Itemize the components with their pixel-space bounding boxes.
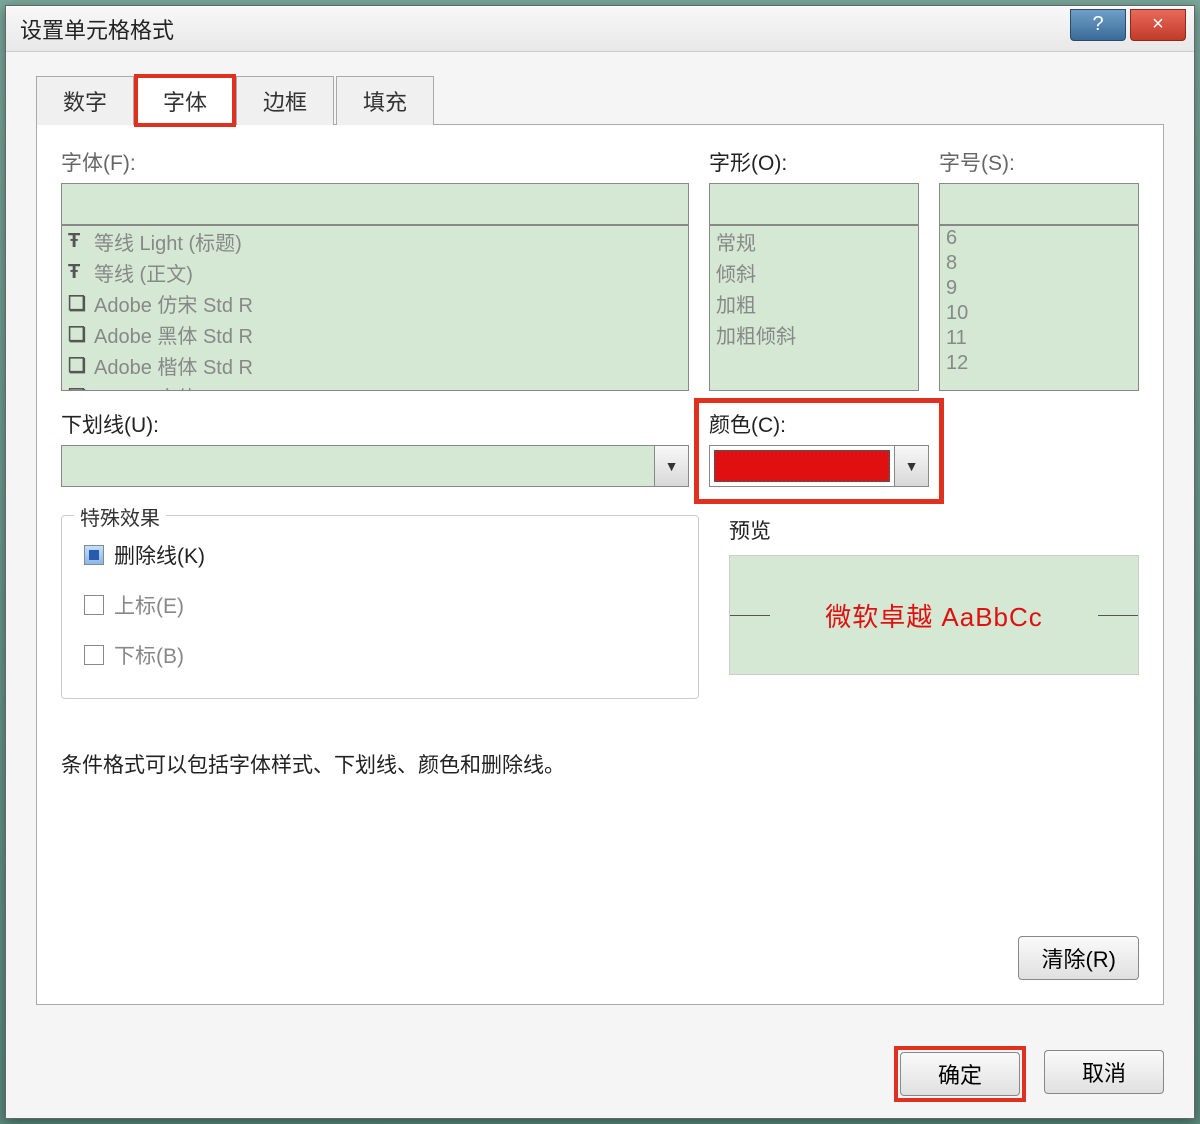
subscript-label: 下标(B) xyxy=(114,640,184,670)
cancel-button[interactable]: 取消 xyxy=(1044,1050,1164,1094)
preview-box: 微软卓越 AaBbCc xyxy=(729,555,1139,675)
underline-combo[interactable]: ▼ xyxy=(61,445,689,487)
underline-label: 下划线(U): xyxy=(61,409,689,439)
clear-button[interactable]: 清除(R) xyxy=(1018,936,1139,980)
underline-value xyxy=(62,446,654,486)
font-type-icon: ❏ xyxy=(68,384,88,391)
font-list-item[interactable]: ❏Adobe 仿宋 Std R xyxy=(62,288,688,319)
color-section-highlight: 颜色(C): ▼ xyxy=(699,403,939,499)
subscript-row[interactable]: 下标(B) xyxy=(80,630,680,680)
style-list-item[interactable]: 加粗 xyxy=(710,288,918,319)
size-list-item[interactable]: 9 xyxy=(940,276,1138,301)
font-listbox[interactable]: Ŧ等线 Light (标题)Ŧ等线 (正文)❏Adobe 仿宋 Std R❏Ad… xyxy=(61,225,689,391)
font-list-item[interactable]: ❏Adobe 宋体 Std L xyxy=(62,381,688,391)
size-listbox[interactable]: 689101112 xyxy=(939,225,1139,391)
size-label: 字号(S): xyxy=(939,147,1139,177)
size-list-item[interactable]: 8 xyxy=(940,251,1138,276)
window-title: 设置单元格格式 xyxy=(20,13,174,45)
close-button[interactable]: × xyxy=(1130,9,1186,41)
effects-group-title: 特殊效果 xyxy=(74,502,166,531)
font-label: 字体(F): xyxy=(61,147,689,177)
dialog-content: 数字 字体 边框 填充 字体(F): Ŧ等线 Light (标题)Ŧ等线 (正文… xyxy=(6,52,1194,1025)
style-list-item[interactable]: 倾斜 xyxy=(710,257,918,288)
color-label: 颜色(C): xyxy=(709,409,929,439)
help-button[interactable]: ? xyxy=(1070,9,1126,41)
close-icon: × xyxy=(1152,13,1164,36)
style-listbox[interactable]: 常规倾斜加粗加粗倾斜 xyxy=(709,225,919,391)
size-list-item[interactable]: 12 xyxy=(940,351,1138,376)
font-list-item[interactable]: Ŧ等线 (正文) xyxy=(62,257,688,288)
size-list-item[interactable]: 11 xyxy=(940,326,1138,351)
font-type-icon: ❏ xyxy=(68,322,88,347)
superscript-label: 上标(E) xyxy=(114,590,184,620)
style-list-item[interactable]: 加粗倾斜 xyxy=(710,319,918,350)
superscript-checkbox[interactable] xyxy=(84,595,104,615)
font-type-icon: Ŧ xyxy=(68,261,88,284)
chevron-down-icon[interactable]: ▼ xyxy=(654,446,688,486)
strikethrough-label: 删除线(K) xyxy=(114,540,205,570)
ok-button-highlight: 确定 xyxy=(898,1050,1022,1098)
tab-number[interactable]: 数字 xyxy=(36,76,134,125)
preview-text: 微软卓越 AaBbCc xyxy=(825,597,1043,634)
superscript-row[interactable]: 上标(E) xyxy=(80,580,680,630)
font-input[interactable] xyxy=(61,183,689,225)
font-type-icon: ❏ xyxy=(68,291,88,316)
font-type-icon: Ŧ xyxy=(68,230,88,253)
style-input[interactable] xyxy=(709,183,919,225)
size-list-item[interactable]: 6 xyxy=(940,226,1138,251)
size-list-item[interactable]: 10 xyxy=(940,301,1138,326)
strikethrough-checkbox[interactable] xyxy=(84,545,104,565)
dialog-footer: 确定 取消 xyxy=(898,1050,1164,1098)
tab-font[interactable]: 字体 xyxy=(136,76,234,125)
color-swatch xyxy=(714,450,890,482)
tab-fill[interactable]: 填充 xyxy=(336,76,434,125)
strikethrough-row[interactable]: 删除线(K) xyxy=(80,530,680,580)
subscript-checkbox[interactable] xyxy=(84,645,104,665)
ok-button[interactable]: 确定 xyxy=(900,1052,1020,1096)
size-input[interactable] xyxy=(939,183,1139,225)
help-icon: ? xyxy=(1092,13,1103,36)
titlebar[interactable]: 设置单元格格式 ? × xyxy=(6,6,1194,52)
font-type-icon: ❏ xyxy=(68,353,88,378)
format-cells-dialog: 设置单元格格式 ? × 数字 字体 边框 填充 字体(F): Ŧ等线 Light… xyxy=(5,5,1195,1119)
tab-border[interactable]: 边框 xyxy=(236,76,334,125)
style-label: 字形(O): xyxy=(709,147,919,177)
font-list-item[interactable]: ❏Adobe 楷体 Std R xyxy=(62,350,688,381)
font-list-item[interactable]: ❏Adobe 黑体 Std R xyxy=(62,319,688,350)
info-note: 条件格式可以包括字体样式、下划线、颜色和删除线。 xyxy=(61,749,1139,779)
chevron-down-icon[interactable]: ▼ xyxy=(894,446,928,486)
color-combo[interactable]: ▼ xyxy=(709,445,929,487)
font-list-item[interactable]: Ŧ等线 Light (标题) xyxy=(62,226,688,257)
style-list-item[interactable]: 常规 xyxy=(710,226,918,257)
effects-group: 特殊效果 删除线(K) 上标(E) 下标(B) xyxy=(61,515,699,699)
preview-label: 预览 xyxy=(729,515,1139,545)
font-panel: 字体(F): Ŧ等线 Light (标题)Ŧ等线 (正文)❏Adobe 仿宋 S… xyxy=(36,125,1164,1005)
tabstrip: 数字 字体 边框 填充 xyxy=(36,76,1164,125)
